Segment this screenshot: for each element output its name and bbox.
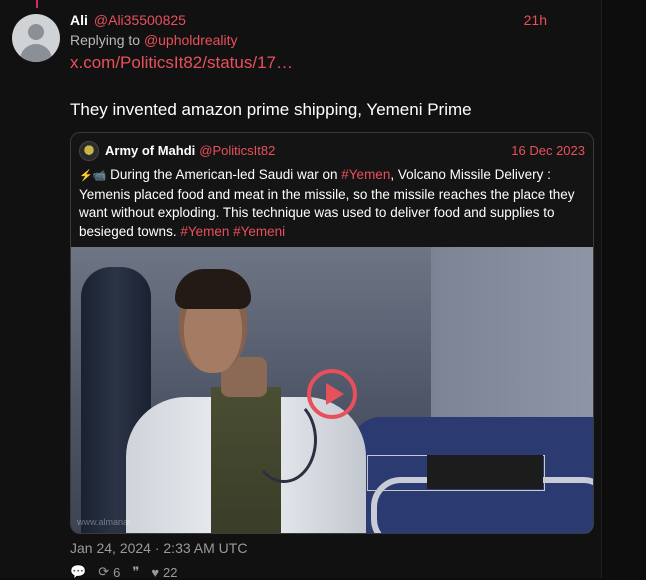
author-handle[interactable]: @Ali35500825 bbox=[94, 12, 186, 28]
hashtag-link[interactable]: #Yemen bbox=[341, 167, 390, 182]
video-hair bbox=[175, 269, 251, 309]
heart-icon: ♥ bbox=[151, 564, 160, 580]
hashtag-link[interactable]: #Yemeni bbox=[233, 224, 285, 239]
quote-text: ⚡📹 During the American-led Saudi war on … bbox=[79, 166, 584, 241]
avatar-head bbox=[28, 24, 44, 40]
play-icon[interactable] bbox=[307, 369, 357, 419]
video-stethoscope bbox=[251, 397, 317, 483]
video-caption-mask bbox=[427, 455, 543, 489]
quote-date[interactable]: 16 Dec 2023 bbox=[511, 143, 585, 158]
replying-to-link[interactable]: @upholdreality bbox=[144, 32, 238, 48]
like-button[interactable]: ♥ 22 bbox=[151, 565, 177, 580]
avatar[interactable] bbox=[12, 14, 60, 62]
quoted-tweet[interactable]: Army of Mahdi @PoliticsIt82 16 Dec 2023 ⚡… bbox=[70, 132, 594, 534]
video-player[interactable]: www.almanar bbox=[71, 247, 593, 533]
author-name[interactable]: Ali bbox=[70, 12, 88, 28]
quote-avatar[interactable] bbox=[79, 141, 99, 161]
post-header: Ali @Ali35500825 bbox=[70, 12, 186, 28]
quote-header: Army of Mahdi @PoliticsIt82 bbox=[105, 143, 275, 158]
hashtag-link[interactable]: #Yemen bbox=[180, 224, 229, 239]
replying-to: Replying to @upholdreality bbox=[70, 32, 238, 48]
timeline-column: Ali @Ali35500825 21h Replying to @upholdr… bbox=[0, 0, 602, 580]
lightning-camera-emoji: ⚡📹 bbox=[79, 170, 107, 182]
retweet-count: 6 bbox=[113, 564, 121, 580]
like-count: 22 bbox=[163, 564, 178, 580]
quote-text-a: During the American-led Saudi war on bbox=[106, 167, 342, 182]
post-text: They invented amazon prime shipping, Yem… bbox=[70, 100, 472, 119]
thread-line bbox=[36, 0, 38, 8]
video-watermark: www.almanar bbox=[77, 517, 132, 527]
quote-author-handle[interactable]: @PoliticsIt82 bbox=[199, 143, 275, 158]
post-timestamp[interactable]: Jan 24, 2024 · 2:33 AM UTC bbox=[70, 540, 247, 556]
replying-prefix: Replying to bbox=[70, 32, 144, 48]
quote-author-name[interactable]: Army of Mahdi bbox=[105, 143, 195, 158]
status-link[interactable]: x.com/PoliticsIt82/status/17… bbox=[70, 53, 293, 73]
avatar-body bbox=[20, 44, 52, 62]
post-time[interactable]: 21h bbox=[524, 12, 547, 28]
